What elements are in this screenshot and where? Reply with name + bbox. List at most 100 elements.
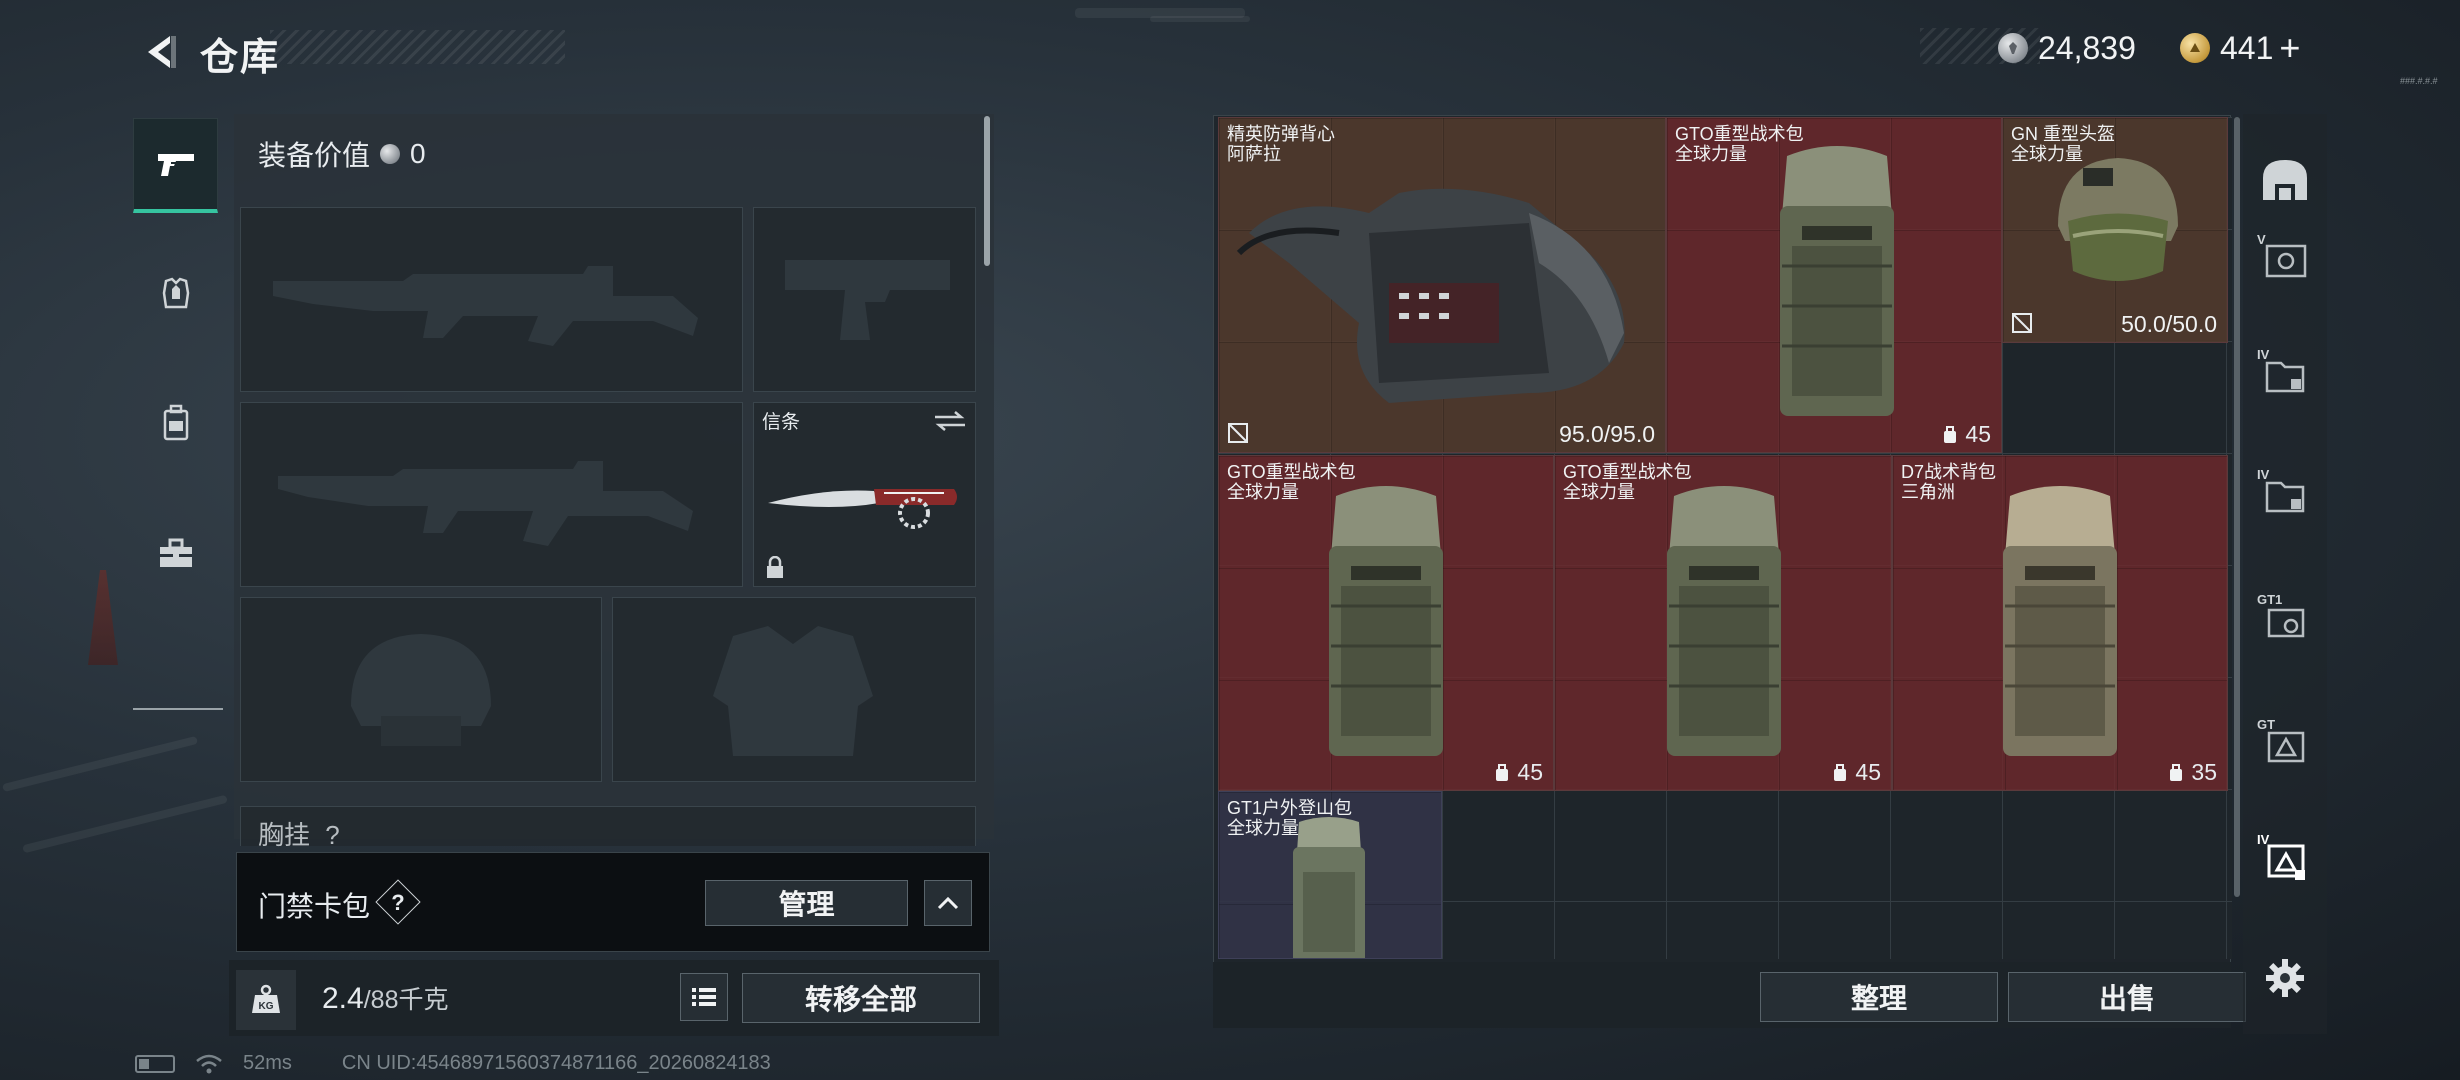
backpack-tan-image <box>2003 486 2117 756</box>
item-capacity: 45 <box>1831 759 1881 786</box>
traffic-cone <box>88 570 118 665</box>
helmet-image <box>2058 158 2178 281</box>
tab-case-iv-1[interactable]: IV <box>2255 345 2315 405</box>
status-footer: 52ms CN UID:45468971560374871166_2026082… <box>135 1052 771 1075</box>
add-currency-button[interactable]: + <box>2279 27 2300 69</box>
weight-max: /88千克 <box>363 986 449 1014</box>
stash-item-helmet[interactable]: GN 重型头盔 全球力量 50.0/50.0 <box>2002 117 2228 343</box>
stash-arch-icon <box>2263 160 2307 200</box>
weight-icon-box: KG <box>236 970 296 1030</box>
gold-coin-icon <box>2180 33 2210 63</box>
expand-button[interactable] <box>924 880 972 926</box>
vest-image <box>1236 188 1625 403</box>
item-capacity: 35 <box>2167 759 2217 786</box>
nav-divider <box>133 708 223 710</box>
pistol-icon <box>157 154 194 176</box>
gold-amount: 441 <box>2220 29 2274 66</box>
nav-armor-tab[interactable] <box>133 245 218 340</box>
stash-item-vest[interactable]: 精英防弹背心 阿萨拉 95.0/95.0 <box>1218 117 1666 453</box>
item-name: 精英防弹背心 阿萨拉 <box>1227 124 1335 164</box>
backpack-capacity-icon <box>1944 425 1957 443</box>
case-v-icon <box>2265 244 2307 278</box>
no-insurance-icon <box>2012 313 2032 333</box>
rifle-silhouette-icon <box>273 266 698 346</box>
knife-icon <box>768 489 957 529</box>
primary-weapon-slot[interactable] <box>240 207 743 392</box>
tab-case-v[interactable]: V <box>2255 230 2315 290</box>
equipment-value-number: 0 <box>410 138 426 169</box>
backpack-icon <box>163 404 188 440</box>
chest-rig-slot[interactable] <box>240 806 976 846</box>
stash-item-backpack[interactable]: GTO重型战术包 全球力量 45 <box>1666 117 2002 453</box>
backpack-small-image <box>1293 817 1365 958</box>
title-stripes <box>270 30 565 64</box>
helmet-silhouette-icon <box>351 634 491 746</box>
item-capacity: 45 <box>1493 759 1543 786</box>
backpack-capacity-icon <box>1834 763 1847 781</box>
access-card-label: 门禁卡包 <box>258 891 371 922</box>
item-name: D7战术背包 三角洲 <box>1901 462 1997 502</box>
kg-icon-text: KG <box>259 1001 274 1012</box>
no-insurance-icon <box>1228 423 1248 443</box>
kg-weight-icon: KG <box>252 984 280 1013</box>
item-durability: 50.0/50.0 <box>2121 311 2217 337</box>
silver-amount: 24,839 <box>2038 29 2136 66</box>
equipment-value: 装备价值 0 <box>258 134 426 174</box>
sell-button[interactable]: 出售 <box>2008 972 2246 1022</box>
sort-button[interactable]: 整理 <box>1760 972 1998 1022</box>
wifi-icon <box>196 1054 222 1073</box>
ping-text: 52ms <box>243 1052 292 1074</box>
backpack-capacity-icon <box>1496 763 1509 781</box>
back-button[interactable] <box>130 22 190 82</box>
nav-backpack-tab[interactable] <box>133 375 218 470</box>
silver-coin-icon <box>1998 33 2028 63</box>
silver-coin-icon <box>380 144 401 164</box>
weight-readout: 2.4/88千克 <box>322 980 448 1016</box>
chevron-up-icon <box>937 896 959 910</box>
backpack-capacity-icon <box>2170 763 2183 781</box>
swap-arrows-icon[interactable] <box>933 411 967 431</box>
sidearm-slot[interactable] <box>753 207 976 392</box>
tab-case-iv-2[interactable]: IV <box>2255 465 2315 525</box>
access-card-help[interactable]: ? <box>382 887 414 919</box>
weight-current: 2.4 <box>322 982 364 1015</box>
settings-button[interactable] <box>2255 948 2315 1008</box>
tab-stash-all[interactable] <box>2255 150 2315 210</box>
equipment-scrollbar[interactable] <box>984 116 990 266</box>
pistol-silhouette-icon <box>785 260 950 340</box>
melee-slot[interactable]: 信条 <box>753 402 976 587</box>
melee-label: 信条 <box>762 412 801 433</box>
nav-weapon-tab[interactable] <box>133 118 218 213</box>
tab-case-gt[interactable]: GT <box>2255 715 2315 775</box>
page-title: 仓库 <box>200 37 281 79</box>
backpack-image <box>1667 486 1781 756</box>
stash-item-backpack[interactable]: GTO重型战术包 全球力量 45 <box>1554 455 1892 791</box>
item-capacity: 45 <box>1941 421 1991 448</box>
toolbox-icon <box>159 538 192 567</box>
version-text: ###.#.#.# <box>2400 76 2438 86</box>
tab-case-gt1[interactable]: GT1 <box>2255 590 2315 650</box>
secondary-weapon-slot[interactable] <box>240 402 743 587</box>
left-nav <box>133 110 218 710</box>
stash-item-backpack[interactable]: D7战术背包 三角洲 35 <box>1892 455 2228 791</box>
item-durability: 95.0/95.0 <box>1559 421 1655 447</box>
currency-gold[interactable]: 441 + <box>2180 26 2300 70</box>
transfer-all-button[interactable]: 转移全部 <box>742 973 980 1023</box>
gear-icon <box>2266 959 2304 997</box>
list-view-button[interactable] <box>680 973 728 1021</box>
battery-icon <box>135 1054 175 1073</box>
stash-item-backpack[interactable]: GTO重型战术包 全球力量 45 <box>1218 455 1554 791</box>
tab-case-iv-active[interactable]: IV <box>2255 830 2315 890</box>
body-armor-slot[interactable] <box>612 597 976 782</box>
rifle-silhouette-icon <box>278 461 693 546</box>
currency-silver: 24,839 <box>1998 26 2136 70</box>
armor-vest-icon <box>162 277 189 308</box>
list-icon <box>692 988 716 1006</box>
stash-item-backpack-small[interactable]: GT1户外登山包 全球力量 <box>1218 791 1442 959</box>
stash-scrollbar[interactable] <box>2234 117 2240 897</box>
helmet-slot[interactable] <box>240 597 602 782</box>
nav-supplies-tab[interactable] <box>133 505 218 600</box>
backpack-image <box>1780 146 1894 416</box>
manage-button[interactable]: 管理 <box>705 880 908 926</box>
armor-silhouette-icon <box>713 626 873 756</box>
